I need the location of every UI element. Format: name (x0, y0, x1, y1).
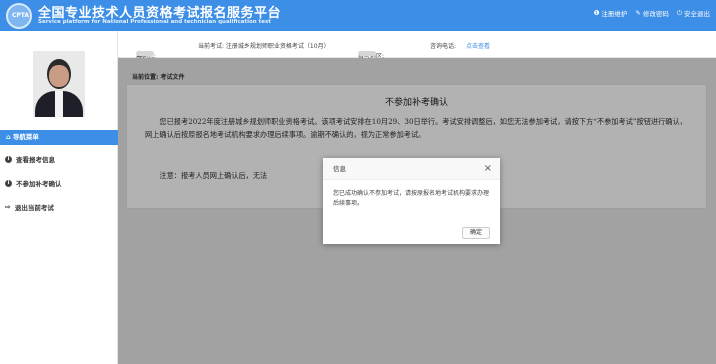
app-header: CPTA 全国专业技术人员资格考试报名服务平台 Service platform… (0, 0, 716, 31)
close-icon[interactable]: × (484, 163, 492, 175)
info-bar: 🏛 欢迎您: 当前考试: 注册城乡规划师职业资格考试（10月） 报考地区: 咨询… (118, 31, 716, 60)
redacted-name (136, 51, 154, 56)
contact-label: 咨询电话: (430, 43, 457, 50)
header-links: ❶ 注册维护 ✎ 修改密码 ⏻ 安全退出 (594, 8, 710, 19)
avatar (33, 51, 85, 117)
sidebar-item-view-info[interactable]: i 查看报考信息 (5, 154, 55, 164)
power-icon: ⏻ (676, 8, 682, 17)
register-maintenance-link[interactable]: ❶ 注册维护 (594, 8, 628, 18)
logout-link[interactable]: ⏻ 安全退出 (676, 8, 710, 19)
edit-icon: ✎ (635, 9, 641, 17)
sidebar-item-exit-exam[interactable]: ⇨ 退出当前考试 (5, 202, 54, 212)
sidebar: ⌂ 导航菜单 i 查看报考信息 i 不参加补考确认 ⇨ 退出当前考试 (0, 31, 118, 364)
info-circle-icon: i (5, 155, 12, 163)
confirm-button[interactable]: 确定 (462, 227, 490, 239)
info-circle-icon: i (5, 179, 12, 187)
exit-icon: ⇨ (5, 203, 11, 211)
cpta-logo-icon: CPTA (6, 3, 32, 29)
dialog-message: 您已成功确认不参加考试，请按原报名地考试机构要求办理后续事项。 (333, 190, 490, 207)
change-password-link[interactable]: ✎ 修改密码 (635, 8, 668, 18)
nav-menu-title: ⌂ 导航菜单 (0, 130, 118, 145)
app-subtitle: Service platform for National Profession… (38, 19, 271, 25)
current-exam: 当前考试: 注册城乡规划师职业资格考试（10月） (198, 43, 330, 50)
info-dialog: 信息 × 您已成功确认不参加考试，请按原报名地考试机构要求办理后续事项。 确定 (323, 158, 500, 244)
sidebar-item-decline-confirm[interactable]: i 不参加补考确认 (5, 178, 62, 188)
contact-link[interactable]: 点击查看 (466, 41, 490, 50)
redacted-area (358, 51, 376, 56)
home-icon: ⌂ (6, 133, 11, 141)
dialog-title: 信息 (323, 158, 500, 180)
info-icon: ❶ (593, 9, 600, 17)
